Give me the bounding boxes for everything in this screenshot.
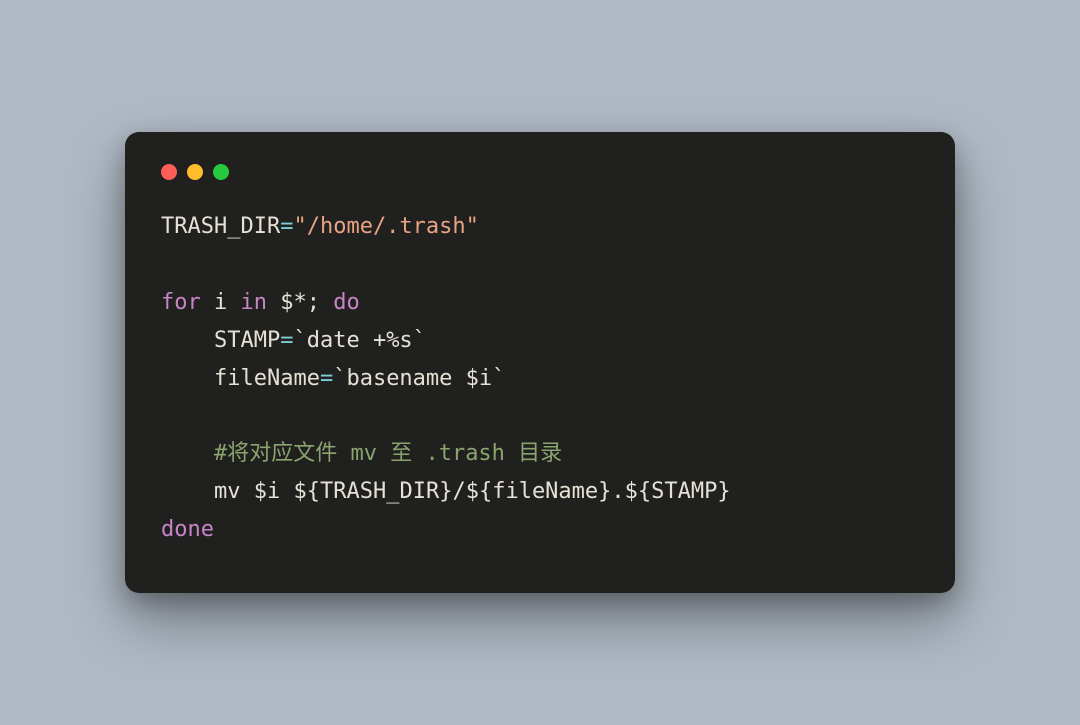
code-indent xyxy=(161,441,214,466)
zoom-icon[interactable] xyxy=(213,164,229,180)
code-token: STAMP xyxy=(651,479,717,504)
close-icon[interactable] xyxy=(161,164,177,180)
code-indent xyxy=(161,366,214,391)
code-token: TRASH_DIR xyxy=(161,214,280,239)
code-token: } xyxy=(717,479,730,504)
code-token xyxy=(280,479,293,504)
code-token: / xyxy=(452,479,465,504)
code-indent xyxy=(161,479,214,504)
code-token: ${ xyxy=(625,479,652,504)
code-token: ` xyxy=(293,328,306,353)
code-token: ` xyxy=(492,366,505,391)
code-token: "/home/.trash" xyxy=(293,214,478,239)
code-token: STAMP xyxy=(214,328,280,353)
code-token: } xyxy=(598,479,611,504)
code-token: date +%s xyxy=(307,328,413,353)
code-token: = xyxy=(280,214,293,239)
code-token: ` xyxy=(413,328,426,353)
code-indent xyxy=(161,328,214,353)
code-block: TRASH_DIR="/home/.trash" for i in $*; do… xyxy=(161,208,919,548)
code-token: mv xyxy=(214,479,254,504)
code-token: done xyxy=(161,517,214,542)
terminal-window: TRASH_DIR="/home/.trash" for i in $*; do… xyxy=(125,132,955,592)
code-token: fileName xyxy=(492,479,598,504)
code-token: . xyxy=(611,479,624,504)
code-token: } xyxy=(439,479,452,504)
code-token: ${ xyxy=(466,479,493,504)
code-token: do xyxy=(333,290,360,315)
code-token: basename xyxy=(346,366,465,391)
code-token: i xyxy=(214,290,227,315)
minimize-icon[interactable] xyxy=(187,164,203,180)
window-titlebar xyxy=(161,160,919,208)
code-token: = xyxy=(320,366,333,391)
code-token: $i xyxy=(254,479,281,504)
code-token: fileName xyxy=(214,366,320,391)
code-token: ; xyxy=(307,290,320,315)
code-token: $i xyxy=(466,366,493,391)
code-comment: #将对应文件 mv 至 .trash 目录 xyxy=(214,441,562,466)
code-token: TRASH_DIR xyxy=(320,479,439,504)
code-token: in xyxy=(241,290,268,315)
code-token: ${ xyxy=(293,479,320,504)
code-token: $* xyxy=(280,290,307,315)
code-token: = xyxy=(280,328,293,353)
code-token: ` xyxy=(333,366,346,391)
code-token: for xyxy=(161,290,201,315)
